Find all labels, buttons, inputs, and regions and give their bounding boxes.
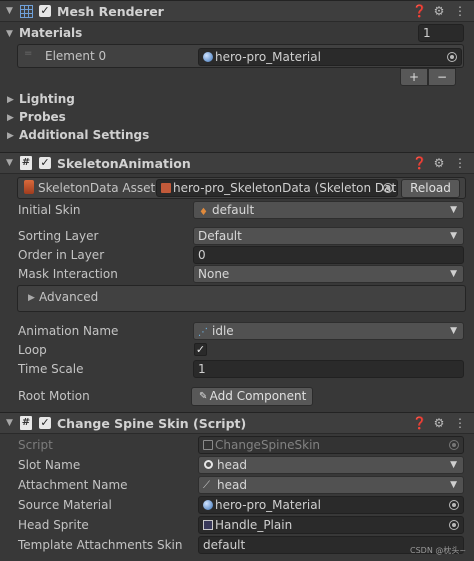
skeleton-asset-icon [161,183,171,193]
lighting-fold-icon[interactable]: ▶ [7,95,14,105]
order-in-layer-field[interactable]: 0 [193,246,464,264]
skeleton-animation-enabled-checkbox[interactable]: ✓ [39,157,51,169]
object-picker-icon[interactable] [449,520,459,530]
skeleton-data-icon [24,180,34,194]
animation-name-dropdown[interactable]: ⋰ idle ▼ [193,322,464,340]
material-sphere-icon [203,500,213,510]
template-skin-label: Template Attachments Skin [18,538,183,552]
object-picker-icon [449,440,459,450]
change-spine-skin-enabled-checkbox[interactable]: ✓ [39,417,51,429]
slot-icon [204,460,213,469]
slot-name-label: Slot Name [18,458,81,472]
loop-label: Loop [18,343,47,357]
mask-interaction-dropdown[interactable]: None ▼ [193,265,464,283]
element0-label: Element 0 [45,49,107,63]
attachment-name-dropdown[interactable]: ⟋ head ▼ [198,476,464,494]
help-icon[interactable]: ❓ [412,156,427,170]
more-options-icon[interactable]: ⋮ [453,416,467,430]
head-sprite-value: Handle_Plain [215,518,293,532]
script-value: ChangeSpineSkin [215,438,321,452]
chevron-down-icon: ▼ [450,460,457,470]
advanced-fold-icon[interactable]: ▶ [28,293,35,303]
head-sprite-field[interactable]: Handle_Plain [198,516,464,534]
attachment-name-label: Attachment Name [18,478,128,492]
lighting-foldout[interactable]: Lighting [19,92,75,106]
wrench-icon: ✎ [199,391,208,402]
skeleton-animation-header[interactable]: ▼ # ✓ SkeletonAnimation ❓ ⚙ ⋮ [0,152,474,174]
sprite-icon [203,520,213,530]
change-spine-skin-header[interactable]: ▼ # ✓ Change Spine Skin (Script) ❓ ⚙ ⋮ [0,412,474,434]
materials-count-field[interactable]: 1 [418,24,464,42]
more-options-icon[interactable]: ⋮ [453,4,467,18]
element0-material-field[interactable]: hero-pro_Material [198,48,462,66]
skeleton-data-value: hero-pro_SkeletonData (Skeleton Dat [173,181,397,195]
preset-icon[interactable]: ⚙ [432,4,446,18]
animation-icon: ⋰ [198,327,208,338]
script-label: Script [18,438,53,452]
script-icon: # [20,416,32,430]
script-field: ChangeSpineSkin [198,436,464,454]
skeleton-animation-title: SkeletonAnimation [57,156,191,171]
skeleton-data-label: SkeletonData Asset [38,181,156,195]
skin-icon: ♦ [199,207,208,218]
reload-button[interactable]: Reload [401,179,460,198]
time-scale-label: Time Scale [18,362,84,376]
object-picker-icon[interactable] [383,183,393,193]
script-file-icon [203,440,213,450]
materials-fold-icon[interactable]: ▼ [6,29,13,39]
sorting-layer-dropdown[interactable]: Default ▼ [193,227,464,245]
sorting-layer-label: Sorting Layer [18,229,99,243]
initial-skin-dropdown[interactable]: ♦ default ▼ [193,201,464,219]
slot-name-dropdown[interactable]: head ▼ [198,456,464,474]
drag-handle-icon[interactable]: = [24,48,32,59]
head-sprite-label: Head Sprite [18,518,89,532]
mesh-renderer-title: Mesh Renderer [57,4,164,19]
collapse-arrow-icon[interactable]: ▼ [6,418,13,428]
additional-settings-fold-icon[interactable]: ▶ [7,131,14,141]
more-options-icon[interactable]: ⋮ [453,156,467,170]
root-motion-label: Root Motion [18,389,90,403]
additional-settings-foldout[interactable]: Additional Settings [19,128,149,142]
probes-fold-icon[interactable]: ▶ [7,113,14,123]
source-material-value: hero-pro_Material [215,498,321,512]
chevron-down-icon: ▼ [450,231,457,241]
source-material-label: Source Material [18,498,112,512]
time-scale-field[interactable]: 1 [193,360,464,378]
collapse-arrow-icon[interactable]: ▼ [6,158,13,168]
collapse-arrow-icon[interactable]: ▼ [6,6,13,16]
mesh-renderer-header[interactable]: ▼ ✓ Mesh Renderer ❓ ⚙ ⋮ [0,0,474,22]
mask-interaction-label: Mask Interaction [18,267,118,281]
change-spine-skin-title: Change Spine Skin (Script) [57,416,247,431]
object-picker-icon[interactable] [449,500,459,510]
attachment-icon: ⟋ [203,480,210,491]
add-element-button[interactable]: + [400,68,428,86]
loop-checkbox[interactable]: ✓ [194,343,207,356]
order-in-layer-label: Order in Layer [18,248,105,262]
source-material-field[interactable]: hero-pro_Material [198,496,464,514]
chevron-down-icon: ▼ [450,326,457,336]
material-sphere-icon [203,52,213,62]
add-component-button[interactable]: ✎ Add Component [191,387,313,406]
preset-icon[interactable]: ⚙ [432,416,446,430]
initial-skin-label: Initial Skin [18,203,81,217]
watermark: CSDN @枕头~ [410,546,467,555]
script-icon: # [20,156,32,170]
object-picker-icon[interactable] [447,52,457,62]
chevron-down-icon: ▼ [450,480,457,490]
mesh-renderer-enabled-checkbox[interactable]: ✓ [39,5,51,17]
help-icon[interactable]: ❓ [412,416,427,430]
materials-label[interactable]: Materials [19,26,82,40]
preset-icon[interactable]: ⚙ [432,156,446,170]
animation-name-label: Animation Name [18,324,119,338]
chevron-down-icon: ▼ [450,205,457,215]
help-icon[interactable]: ❓ [412,4,427,18]
mesh-renderer-icon [20,5,33,18]
element0-material-value: hero-pro_Material [215,50,321,64]
advanced-foldout[interactable]: Advanced [39,290,98,304]
chevron-down-icon: ▼ [450,269,457,279]
remove-element-button[interactable]: − [428,68,456,86]
skeleton-data-field[interactable]: hero-pro_SkeletonData (Skeleton Dat [156,179,398,197]
probes-foldout[interactable]: Probes [19,110,66,124]
